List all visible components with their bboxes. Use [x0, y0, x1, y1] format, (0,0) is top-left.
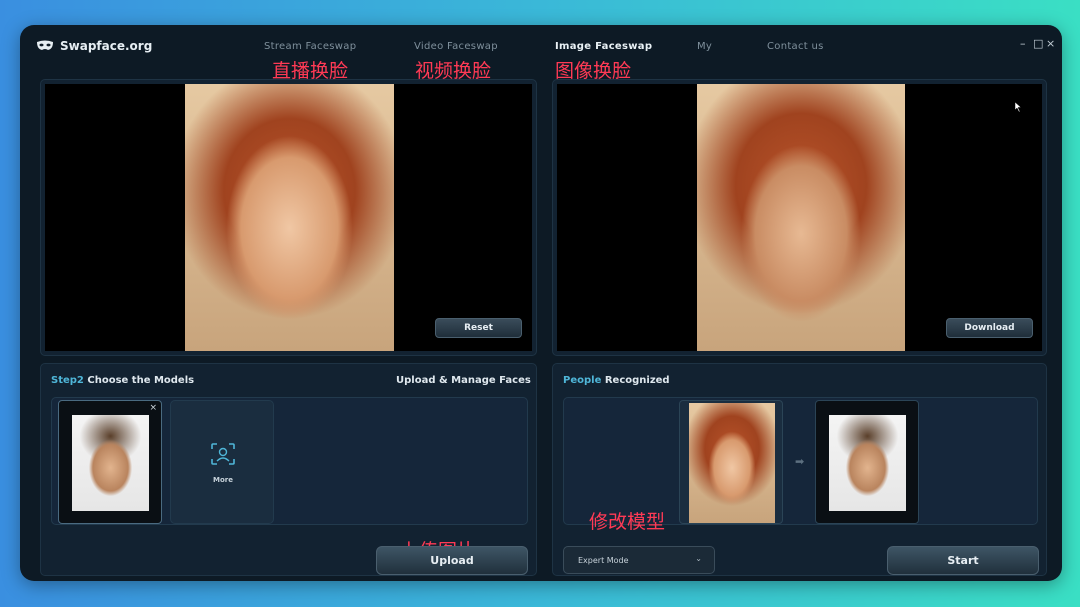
- mask-icon: [37, 40, 53, 50]
- title-bar: Swapface.org Stream Faceswap Video Faces…: [20, 25, 1062, 82]
- app-title: Swapface.org: [60, 39, 153, 53]
- minimize-icon[interactable]: –: [1020, 37, 1026, 50]
- target-model-card[interactable]: [815, 400, 919, 524]
- recognized-panel-title: People Recognized: [563, 375, 670, 386]
- step-label: Step2: [51, 375, 84, 386]
- source-viewer-panel: Reset: [40, 79, 537, 356]
- target-model-image: [829, 415, 906, 511]
- result-face-image: [697, 84, 905, 351]
- mouse-cursor-icon: [1015, 102, 1022, 112]
- nav-image-faceswap[interactable]: Image Faceswap: [555, 41, 652, 52]
- nav-video-faceswap[interactable]: Video Faceswap: [414, 41, 498, 52]
- detected-face-image: [689, 403, 775, 523]
- download-button[interactable]: Download: [946, 318, 1033, 338]
- result-viewer-panel: Download: [552, 79, 1047, 356]
- app-window: Swapface.org Stream Faceswap Video Faces…: [20, 25, 1062, 581]
- mode-select[interactable]: Expert Mode ⌄: [563, 546, 715, 574]
- start-button[interactable]: Start: [887, 546, 1039, 575]
- source-face-image: [185, 84, 394, 351]
- remove-model-icon[interactable]: ×: [149, 403, 157, 413]
- model-face-image: [72, 415, 149, 511]
- upload-manage-faces-link[interactable]: Upload & Manage Faces: [396, 375, 531, 386]
- more-label: More: [213, 476, 233, 484]
- more-models-button[interactable]: More: [170, 400, 274, 524]
- reset-button[interactable]: Reset: [435, 318, 522, 338]
- people-label: People: [563, 375, 602, 386]
- nav-contact-us[interactable]: Contact us: [767, 41, 824, 52]
- detected-face-card[interactable]: [679, 400, 783, 524]
- face-scan-icon: [211, 443, 235, 465]
- annotation-modify: 修改模型: [589, 511, 666, 533]
- arrow-right-icon: ➡: [795, 455, 805, 468]
- mode-select-value: Expert Mode: [578, 555, 629, 565]
- close-icon[interactable]: ×: [1046, 37, 1055, 50]
- models-panel: Step2 Choose the Models Upload & Manage …: [40, 363, 537, 576]
- models-panel-title: Step2 Choose the Models: [51, 375, 194, 386]
- recognized-label: Recognized: [604, 375, 670, 386]
- recognized-panel: People Recognized ➡ 修改模型 Expert Mode ⌄ S…: [552, 363, 1047, 576]
- maximize-icon[interactable]: □: [1033, 37, 1043, 50]
- nav-my[interactable]: My: [697, 41, 712, 52]
- nav-stream-faceswap[interactable]: Stream Faceswap: [264, 41, 356, 52]
- chevron-down-icon: ⌄: [695, 554, 702, 563]
- model-card-selected[interactable]: ×: [58, 400, 162, 524]
- app-logo[interactable]: Swapface.org: [36, 39, 152, 53]
- choose-models-label: Choose the Models: [87, 375, 195, 386]
- upload-button[interactable]: Upload: [376, 546, 528, 575]
